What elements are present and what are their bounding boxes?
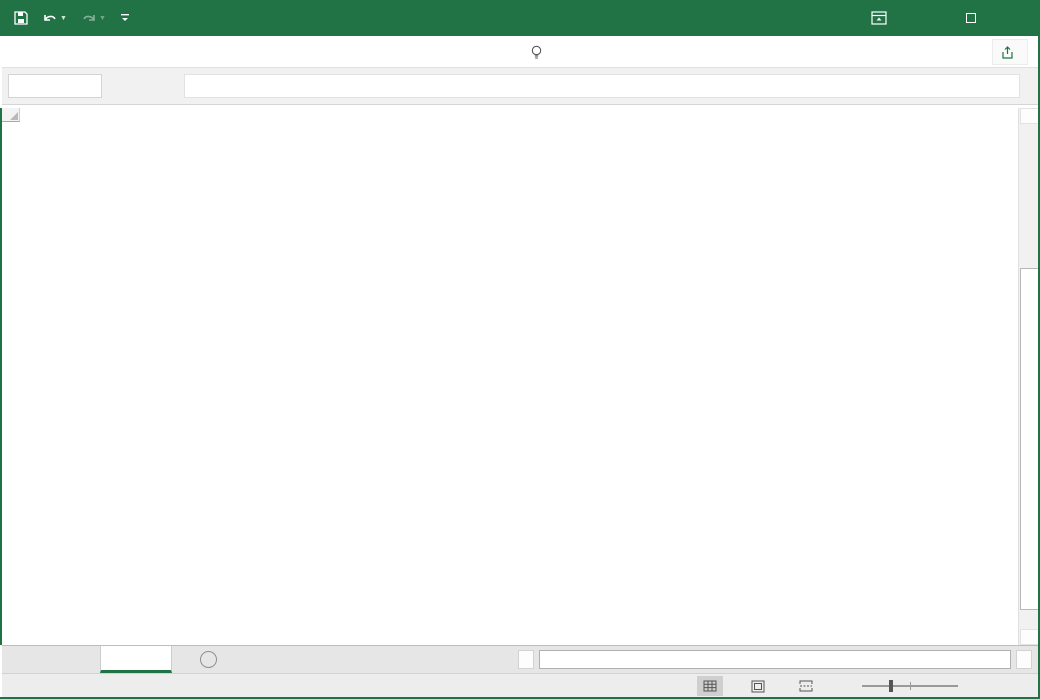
scroll-up-button[interactable] [1020,108,1040,124]
close-button[interactable] [994,0,1040,36]
sheet-tab-sheet1[interactable] [100,646,172,673]
formula-bar-row [2,68,1038,105]
zoom-slider-thumb[interactable] [889,680,893,692]
h-scroll-left-button[interactable] [518,650,534,669]
formula-input[interactable] [184,74,1020,98]
view-normal-button[interactable] [697,676,723,696]
h-scroll-right-button[interactable] [1016,650,1032,669]
vertical-scrollbar[interactable] [1018,108,1040,645]
zoom-slider[interactable] [862,685,958,687]
select-all-corner[interactable] [2,108,20,122]
sheet-tab-bar [2,645,1038,673]
ribbon-tab-row [2,36,1038,68]
tell-me-search[interactable] [530,36,550,68]
maximize-icon [966,13,976,23]
share-button[interactable] [992,39,1028,65]
view-shortcuts [697,676,819,696]
scroll-down-button[interactable] [1020,629,1040,645]
ribbon-display-options-button[interactable] [856,0,902,36]
share-icon [1001,46,1014,59]
zoom-center-tick [910,682,911,690]
v-scroll-thumb[interactable] [1020,268,1040,610]
zoom-control [842,676,978,696]
window-controls [856,0,1040,36]
view-page-break-button[interactable] [793,676,819,696]
worksheet-grid[interactable] [0,108,1040,645]
lightbulb-icon [530,45,543,60]
minimize-button[interactable] [902,0,948,36]
status-bar [2,673,1038,697]
name-box[interactable] [8,74,102,98]
h-scroll-thumb[interactable] [539,650,1011,669]
add-sheet-button[interactable] [200,651,217,668]
title-bar: ▼ ▼ [0,0,1040,36]
view-page-layout-button[interactable] [745,676,771,696]
formula-bar-buttons [118,74,146,98]
maximize-button[interactable] [948,0,994,36]
